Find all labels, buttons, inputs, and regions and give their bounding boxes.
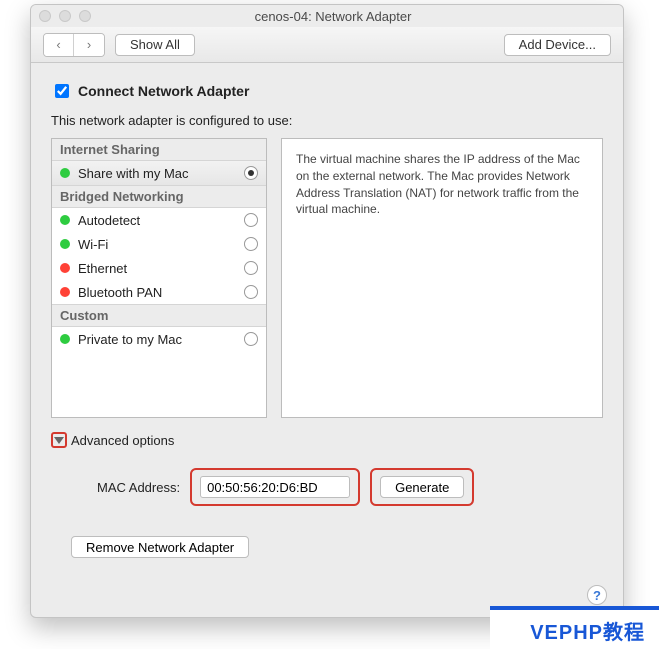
section-bridged: Bridged Networking [52,185,266,208]
back-button[interactable]: ‹ [44,34,74,56]
radio-icon[interactable] [244,166,258,180]
radio-icon[interactable] [244,285,258,299]
generate-highlight: Generate [370,468,474,506]
option-bluetooth-pan[interactable]: Bluetooth PAN [52,280,266,304]
option-label: Share with my Mac [78,166,236,181]
option-wifi[interactable]: Wi-Fi [52,232,266,256]
option-ethernet[interactable]: Ethernet [52,256,266,280]
help-button[interactable]: ? [587,585,607,605]
mac-address-highlight [190,468,360,506]
advanced-row: Advanced options [51,432,603,448]
config-row: Internet Sharing Share with my Mac Bridg… [51,138,603,418]
status-dot-icon [60,168,70,178]
option-label: Wi-Fi [78,237,236,252]
add-device-button[interactable]: Add Device... [504,34,611,56]
generate-button[interactable]: Generate [380,476,464,498]
connect-row: Connect Network Adapter [51,81,603,101]
forward-button[interactable]: › [74,34,104,56]
option-autodetect[interactable]: Autodetect [52,208,266,232]
status-dot-icon [60,239,70,249]
mac-address-label: MAC Address: [97,480,180,495]
advanced-label: Advanced options [71,433,174,448]
show-all-button[interactable]: Show All [115,34,195,56]
mode-description: The virtual machine shares the IP addres… [281,138,603,418]
option-label: Private to my Mac [78,332,236,347]
disclosure-triangle-icon[interactable] [51,432,67,448]
option-private-to-mac[interactable]: Private to my Mac [52,327,266,351]
titlebar: cenos-04: Network Adapter [31,5,623,27]
status-dot-icon [60,334,70,344]
option-label: Bluetooth PAN [78,285,236,300]
option-share-with-mac[interactable]: Share with my Mac [52,161,266,185]
watermark-label: VEPHP教程 [490,606,659,649]
settings-window: cenos-04: Network Adapter ‹ › Show All A… [30,4,624,618]
mac-address-row: MAC Address: Generate [51,468,603,506]
status-dot-icon [60,287,70,297]
content-pane: Connect Network Adapter This network ada… [31,63,623,617]
radio-icon[interactable] [244,237,258,251]
remove-row: Remove Network Adapter [51,536,603,558]
radio-icon[interactable] [244,213,258,227]
toolbar: ‹ › Show All Add Device... [31,27,623,63]
status-dot-icon [60,263,70,273]
status-dot-icon [60,215,70,225]
config-subtitle: This network adapter is configured to us… [51,113,603,128]
section-custom: Custom [52,304,266,327]
radio-icon[interactable] [244,332,258,346]
radio-icon[interactable] [244,261,258,275]
nav-segment: ‹ › [43,33,105,57]
window-title: cenos-04: Network Adapter [51,9,615,24]
remove-adapter-button[interactable]: Remove Network Adapter [71,536,249,558]
mac-address-input[interactable] [200,476,350,498]
connect-checkbox[interactable] [55,84,69,98]
close-icon[interactable] [39,10,51,22]
option-label: Autodetect [78,213,236,228]
network-mode-list: Internet Sharing Share with my Mac Bridg… [51,138,267,418]
connect-label: Connect Network Adapter [78,83,249,99]
section-internet-sharing: Internet Sharing [52,139,266,161]
option-label: Ethernet [78,261,236,276]
